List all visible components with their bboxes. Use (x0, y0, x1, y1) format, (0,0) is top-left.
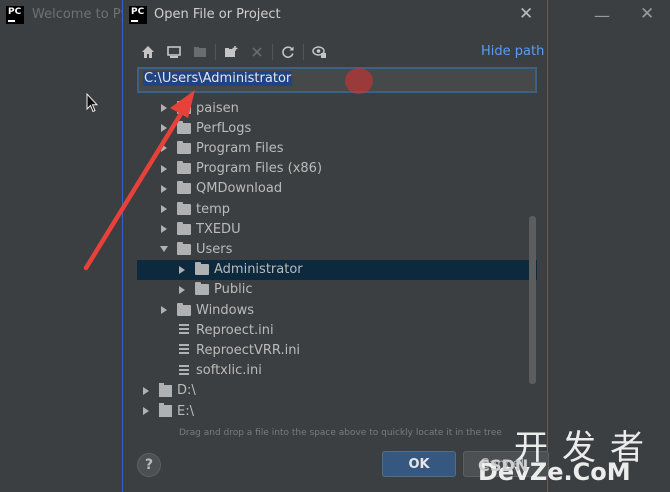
tree-item-softxlic-ini[interactable]: softxlic.ini (137, 361, 537, 381)
folder-icon (177, 161, 191, 175)
folder-icon (177, 302, 191, 316)
tree-item-label: Public (214, 282, 253, 298)
tree-item-qmdownload[interactable]: QMDownload (137, 179, 537, 199)
tree-item-label: Users (196, 241, 233, 257)
folder-icon (177, 140, 191, 154)
delete-icon (246, 42, 268, 62)
toolbar-separator (272, 44, 273, 60)
open-file-dialog: PC Open File or Project ✕ Hide path C:\U… (122, 0, 549, 492)
drag-drop-hint: Drag and drop a file into the space abov… (179, 428, 502, 438)
tree-item-windows[interactable]: Windows (137, 300, 537, 320)
hide-path-link[interactable]: Hide path (481, 44, 544, 59)
chevron-right-icon[interactable] (177, 280, 187, 300)
tree-scrollbar[interactable] (529, 216, 536, 384)
home-icon[interactable] (137, 42, 159, 62)
folder-icon (177, 221, 191, 235)
path-input-value: C:\Users\Administrator (143, 71, 293, 86)
file-tree: paisen PerfLogs Program Files Program Files… (137, 96, 537, 426)
tree-item-users[interactable]: Users (137, 239, 537, 259)
file-icon (179, 344, 189, 357)
tree-item-label: ReproectVRR.ini (196, 342, 301, 358)
tree-item-label: TXEDU (196, 221, 241, 237)
help-button[interactable]: ? (137, 453, 161, 477)
tree-item-txedu[interactable]: TXEDU (137, 219, 537, 239)
drive-icon (159, 382, 172, 397)
csdn-watermark: CSDN (478, 456, 529, 475)
welcome-window-title: Welcome to PyC (32, 7, 124, 22)
chevron-right-icon[interactable] (177, 260, 187, 280)
toolbar-separator (215, 44, 216, 60)
tree-item-program-files[interactable]: Program Files (137, 138, 537, 158)
toolbar-separator (303, 44, 304, 60)
new-folder-icon[interactable] (220, 42, 242, 62)
refresh-icon[interactable] (277, 42, 299, 62)
drive-icon (159, 403, 172, 417)
tree-item-temp[interactable]: temp (137, 199, 537, 219)
tree-item-label: Program Files (x86) (196, 161, 323, 177)
pycharm-logo-icon: PC (129, 6, 147, 24)
chevron-right-icon[interactable] (159, 138, 169, 158)
close-icon[interactable]: ✕ (640, 4, 654, 24)
tree-item-label: Program Files (196, 140, 284, 156)
tree-item-label: Reproect.ini (196, 322, 274, 338)
path-input[interactable]: C:\Users\Administrator (137, 67, 537, 93)
tree-item-label: Windows (196, 302, 255, 318)
tree-item-e[interactable]: E:\ (137, 401, 537, 421)
tree-item-reproect-ini[interactable]: Reproect.ini (137, 320, 537, 340)
file-icon (179, 324, 189, 337)
tree-item-label: Administrator (214, 262, 303, 278)
tree-item-label: softxlic.ini (196, 363, 262, 379)
tree-item-public[interactable]: Public (137, 280, 537, 300)
folder-icon (177, 100, 191, 114)
folder-icon (177, 241, 191, 255)
tree-item-d[interactable]: D:\ (137, 381, 537, 401)
tree-item-label: D:\ (177, 383, 196, 399)
folder-icon (195, 262, 209, 276)
chevron-right-icon[interactable] (159, 118, 169, 138)
dialog-toolbar (137, 42, 334, 62)
chevron-right-icon[interactable] (159, 98, 169, 118)
tree-item-program-files-x86[interactable]: Program Files (x86) (137, 159, 537, 179)
tree-item-label: paisen (196, 100, 239, 116)
tree-item-label: temp (196, 201, 231, 217)
tree-item-reproectvrr-ini[interactable]: ReproectVRR.ini (137, 340, 537, 360)
minimize-icon[interactable]: — (594, 6, 610, 25)
chevron-right-icon[interactable] (141, 401, 151, 421)
tree-item-administrator[interactable]: Administrator (137, 259, 537, 280)
chevron-down-icon[interactable] (159, 239, 169, 259)
chevron-right-icon[interactable] (159, 219, 169, 239)
project-icon (189, 42, 211, 62)
folder-icon (177, 181, 191, 195)
chevron-right-icon[interactable] (141, 381, 151, 401)
file-icon (179, 364, 189, 377)
dialog-title: Open File or Project (154, 7, 281, 22)
chevron-right-icon[interactable] (159, 179, 169, 199)
site-watermark: 开发者 DevZe.CoM (478, 420, 668, 490)
folder-icon (177, 201, 191, 215)
chevron-right-icon[interactable] (159, 300, 169, 320)
ok-button[interactable]: OK (382, 451, 456, 477)
click-indicator (345, 68, 373, 94)
folder-icon (195, 282, 209, 296)
chevron-right-icon[interactable] (159, 159, 169, 179)
tree-item-label: QMDownload (196, 181, 283, 197)
dialog-close-icon[interactable]: ✕ (519, 4, 533, 24)
tree-item-label: E:\ (177, 403, 194, 419)
chevron-right-icon[interactable] (159, 199, 169, 219)
pycharm-logo-icon: PC (6, 6, 24, 24)
folder-icon (177, 120, 191, 134)
mouse-cursor-icon (86, 93, 98, 113)
tree-item-label: PerfLogs (196, 120, 252, 136)
tree-item-paisen[interactable]: paisen (137, 98, 537, 118)
desktop-icon[interactable] (163, 42, 185, 62)
show-hidden-icon[interactable] (308, 42, 330, 62)
tree-item-perflogs[interactable]: PerfLogs (137, 118, 537, 138)
